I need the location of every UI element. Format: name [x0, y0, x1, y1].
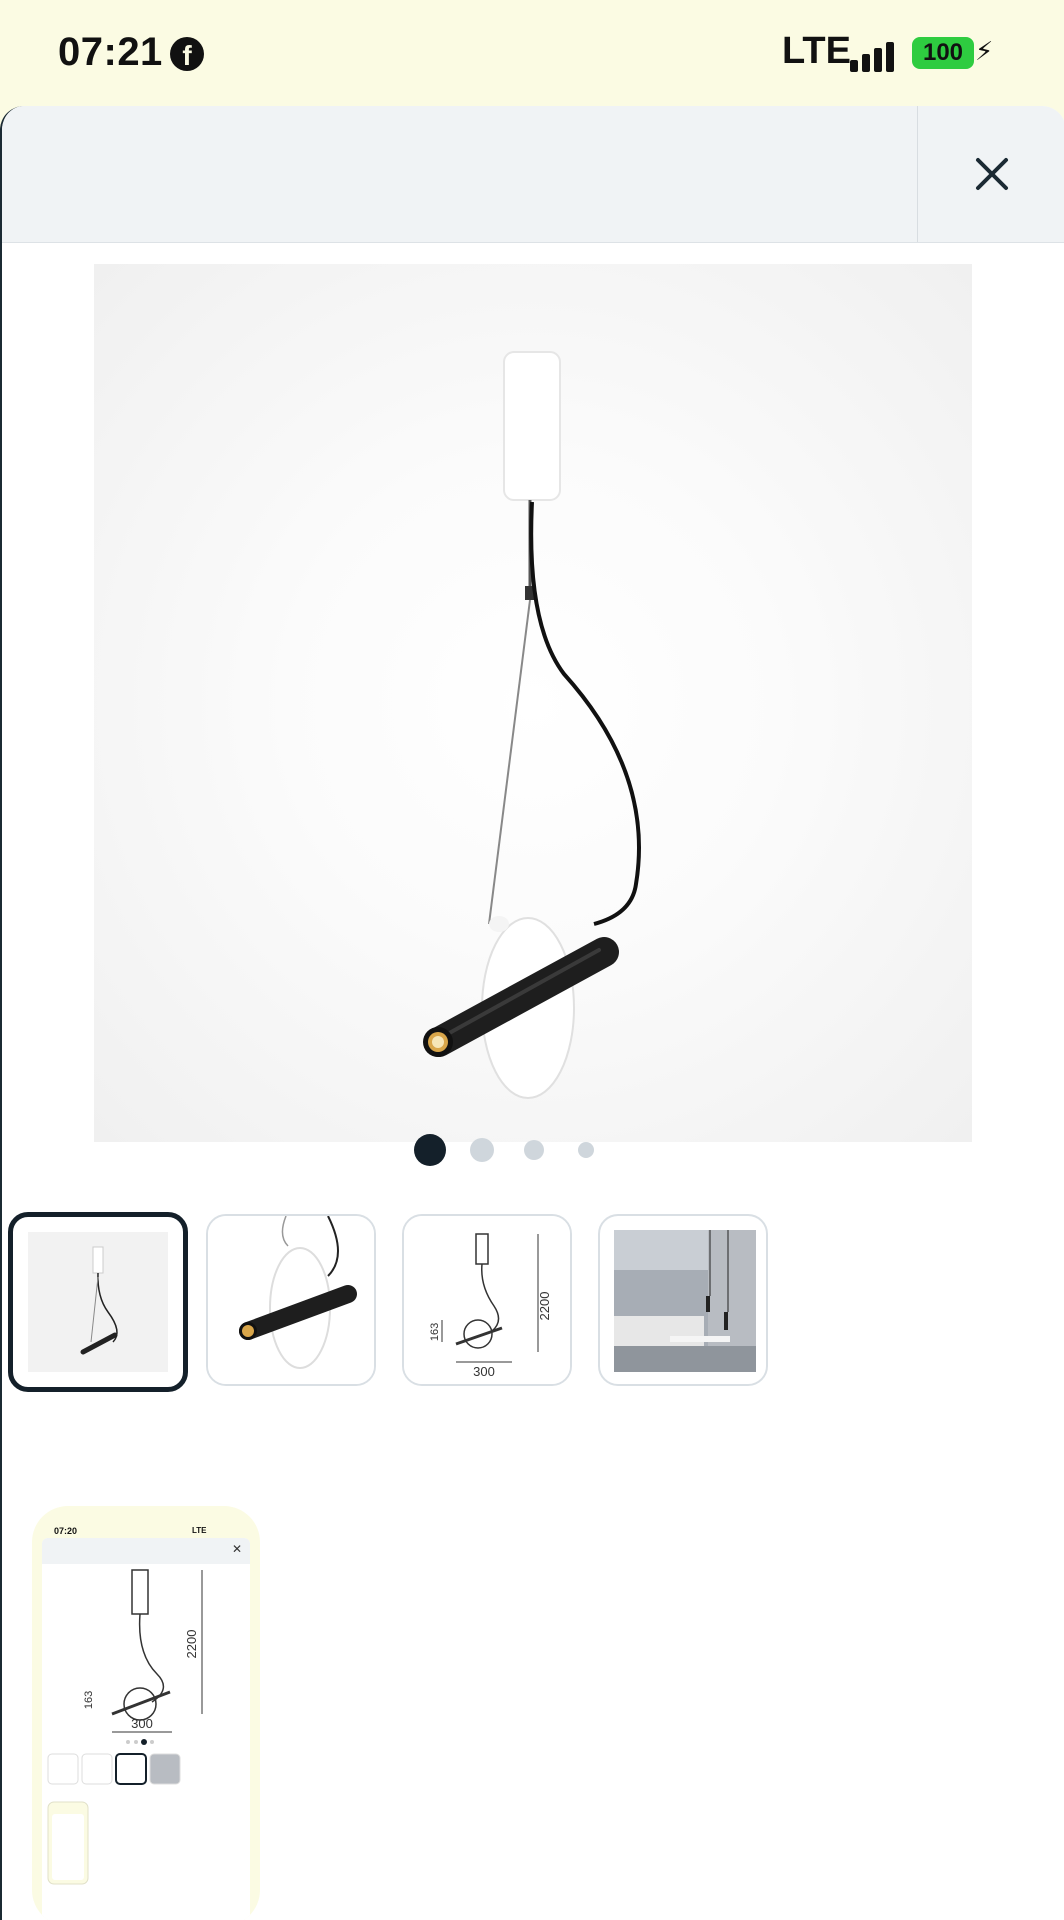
preview-width-label: 300	[131, 1716, 153, 1731]
pager-dot-4[interactable]	[578, 1142, 594, 1158]
screenshot-preview[interactable]: 07:20 LTE ✕ 2200 300 163	[32, 1506, 260, 1920]
thumbnail-interior-image	[614, 1230, 756, 1372]
image-gallery-sheet: 2200 300 163 07:20 LTE ✕ 2200 300 163	[0, 106, 1064, 1920]
facebook-icon: f	[170, 37, 204, 71]
preview-network: LTE	[192, 1526, 207, 1535]
thumbnail-lamp-closeup-image	[208, 1216, 374, 1384]
thumbnail-lamp-full-image	[28, 1232, 168, 1372]
signal-icon	[850, 40, 900, 72]
close-button[interactable]	[918, 106, 1064, 242]
thumbnail-dimensions-image: 2200 300 163	[404, 1216, 570, 1384]
preview-offset-label: 163	[83, 1691, 95, 1709]
preview-close-icon: ✕	[231, 1542, 242, 1556]
gallery-pager	[2, 1134, 1064, 1178]
preview-dimensions-image: 2200 300 163	[47, 1569, 203, 1885]
preview-header: ✕	[42, 1538, 250, 1564]
preview-sheet: ✕ 2200 300 163	[42, 1538, 250, 1920]
thumbnail-3[interactable]: 2200 300 163	[402, 1214, 572, 1386]
pendant-lamp-illustration	[423, 351, 641, 1099]
preview-time: 07:20	[54, 1526, 78, 1536]
pager-dot-3[interactable]	[524, 1140, 544, 1160]
thumbnail-2[interactable]	[206, 1214, 376, 1386]
thumbnail-1[interactable]	[8, 1212, 188, 1392]
main-product-image[interactable]	[94, 264, 972, 1142]
dimension-width-label: 300	[473, 1364, 495, 1379]
network-type: LTE	[782, 30, 851, 72]
thumbnail-4[interactable]	[598, 1214, 768, 1386]
battery-indicator: 100	[912, 37, 974, 69]
bolt-icon: ⚡	[975, 36, 994, 66]
pager-dot-2[interactable]	[470, 1138, 494, 1162]
status-bar: 07:21 f LTE 100 ⚡	[0, 0, 1064, 106]
dimension-offset-label: 163	[429, 1323, 441, 1341]
preview-height-label: 2200	[184, 1630, 199, 1659]
close-icon	[976, 158, 1008, 190]
status-time: 07:21	[58, 30, 163, 74]
pager-dot-1[interactable]	[414, 1134, 446, 1166]
sheet-header	[2, 106, 1064, 243]
dimension-height-label: 2200	[537, 1292, 552, 1321]
